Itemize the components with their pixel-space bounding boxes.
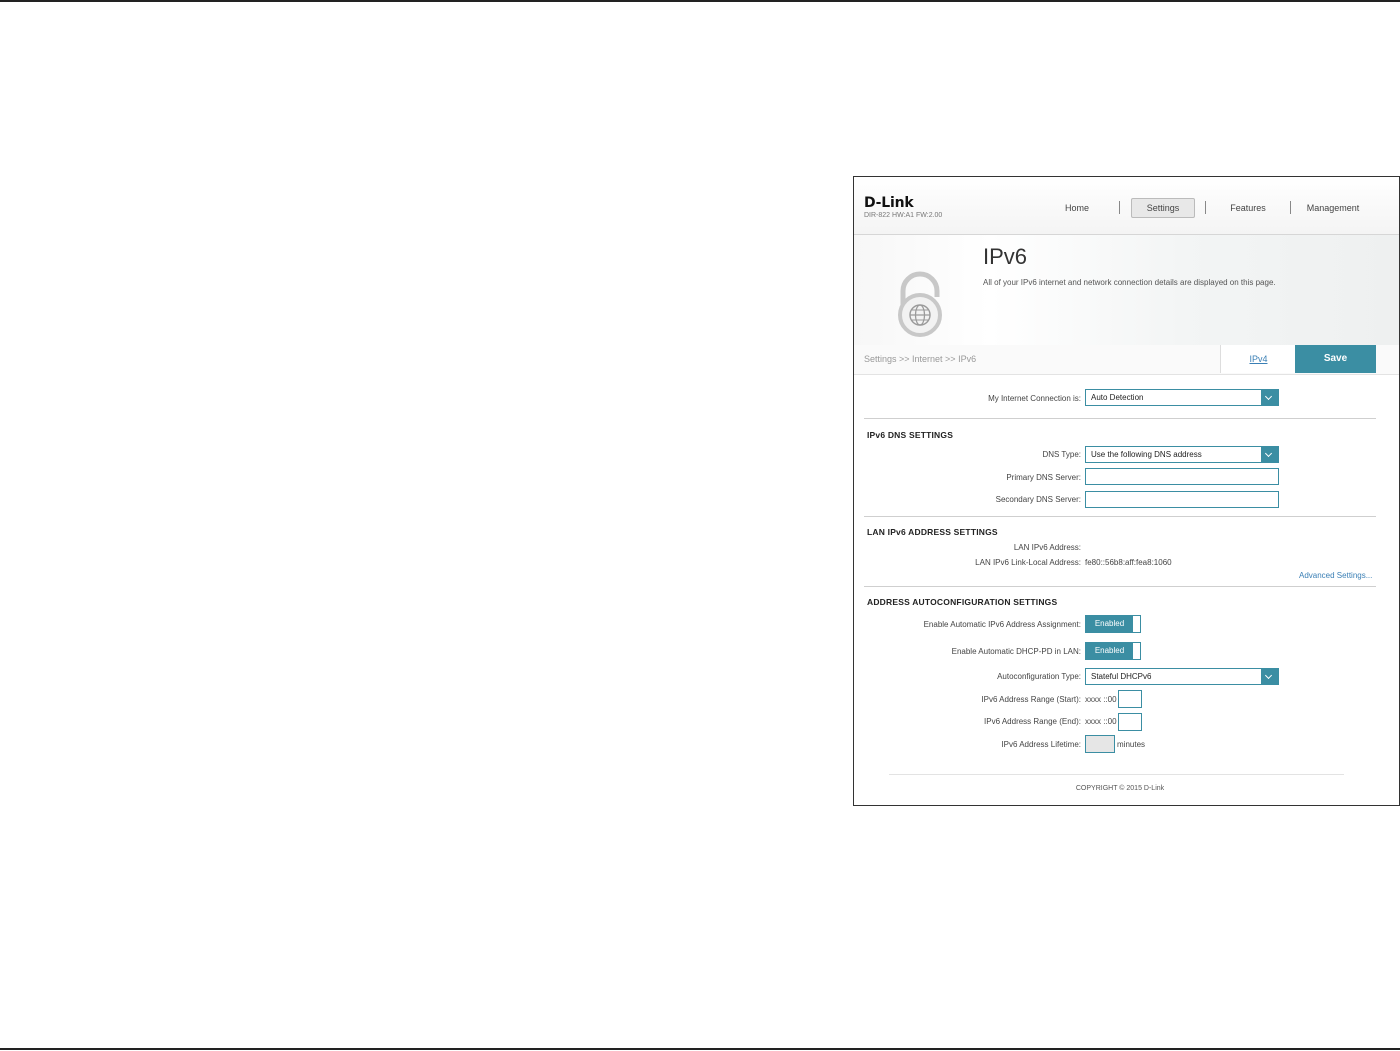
lifetime-unit: minutes — [1117, 740, 1146, 749]
nav-features[interactable]: Features — [1218, 198, 1278, 218]
nav-separator — [1205, 201, 1206, 214]
copyright: COPYRIGHT © 2015 D-Link — [1075, 785, 1165, 792]
connection-value: Auto Detection — [1091, 393, 1144, 402]
divider — [864, 418, 1376, 419]
page-description: All of your IPv6 internet and network co… — [983, 278, 1276, 287]
dns-section-title: IPv6 DNS SETTINGS — [867, 430, 954, 440]
page-title: IPv6 — [983, 244, 1028, 269]
dns-type-select[interactable]: Use the following DNS address — [1085, 446, 1279, 463]
lan-section-title: LAN IPv6 ADDRESS SETTINGS — [867, 527, 998, 537]
lock-globe-icon — [898, 271, 942, 337]
model-info: DIR-822 HW:A1 FW:2.00 — [864, 212, 943, 219]
lan-link-local-label: LAN IPv6 Link-Local Address: — [975, 558, 1081, 567]
divider — [864, 516, 1376, 517]
dns-type-label: DNS Type: — [1042, 450, 1081, 459]
nav-home[interactable]: Home — [1052, 198, 1102, 218]
auto-assign-toggle[interactable]: Enabled — [1085, 615, 1141, 633]
range-start-label: IPv6 Address Range (Start): — [981, 695, 1081, 704]
chevron-down-icon[interactable] — [1261, 447, 1278, 462]
dhcp-pd-label: Enable Automatic DHCP-PD in LAN: — [951, 647, 1081, 656]
toggle-state: Enabled — [1086, 616, 1133, 632]
connection-select[interactable]: Auto Detection — [1085, 389, 1279, 406]
advanced-settings-link[interactable]: Advanced Settings... — [1299, 571, 1372, 580]
range-end-input[interactable] — [1118, 713, 1142, 731]
toggle-state: Enabled — [1086, 643, 1133, 659]
auto-assign-label: Enable Automatic IPv6 Address Assignment… — [923, 620, 1081, 629]
footer-divider — [889, 774, 1344, 775]
secondary-dns-input[interactable] — [1085, 491, 1279, 508]
secondary-dns-label: Secondary DNS Server: — [995, 495, 1081, 504]
lifetime-input[interactable] — [1085, 735, 1115, 753]
primary-dns-input[interactable] — [1085, 468, 1279, 485]
autoconf-type-label: Autoconfiguration Type: — [997, 672, 1081, 681]
chevron-down-icon[interactable] — [1261, 669, 1278, 684]
connection-label: My Internet Connection is: — [988, 394, 1081, 403]
range-end-label: IPv6 Address Range (End): — [984, 717, 1081, 726]
save-button[interactable]: Save — [1295, 345, 1376, 373]
autoconf-type-select[interactable]: Stateful DHCPv6 — [1085, 668, 1279, 685]
range-start-input[interactable] — [1118, 690, 1142, 708]
router-settings-window: D-Link DIR-822 HW:A1 FW:2.00 Home Settin… — [853, 176, 1400, 806]
nav-management[interactable]: Management — [1301, 198, 1365, 218]
top-rule — [0, 0, 1400, 2]
nav-separator — [1119, 201, 1120, 214]
tab-ipv4[interactable]: IPv4 — [1220, 345, 1296, 373]
lan-address-label: LAN IPv6 Address: — [1013, 543, 1081, 552]
autoconf-type-value: Stateful DHCPv6 — [1091, 672, 1152, 681]
bottom-rule — [0, 1048, 1400, 1050]
range-end-prefix: xxxx ::00 — [1085, 717, 1117, 726]
chevron-down-icon[interactable] — [1261, 390, 1278, 405]
lan-link-local-value: fe80::56b8:aff:fea8:1060 — [1085, 558, 1172, 567]
dhcp-pd-toggle[interactable]: Enabled — [1085, 642, 1141, 660]
dns-type-value: Use the following DNS address — [1091, 450, 1202, 459]
nav-settings[interactable]: Settings — [1131, 198, 1195, 218]
lifetime-label: IPv6 Address Lifetime: — [1001, 740, 1081, 749]
top-header: D-Link DIR-822 HW:A1 FW:2.00 Home Settin… — [854, 177, 1399, 235]
autoconf-section-title: ADDRESS AUTOCONFIGURATION SETTINGS — [867, 597, 1058, 607]
primary-dns-label: Primary DNS Server: — [1006, 473, 1081, 482]
dlink-logo: D-Link — [864, 195, 914, 211]
range-start-prefix: xxxx ::00 — [1085, 695, 1117, 704]
breadcrumb: Settings >> Internet >> IPv6 — [864, 354, 977, 364]
divider — [864, 586, 1376, 587]
nav-separator — [1290, 201, 1291, 214]
